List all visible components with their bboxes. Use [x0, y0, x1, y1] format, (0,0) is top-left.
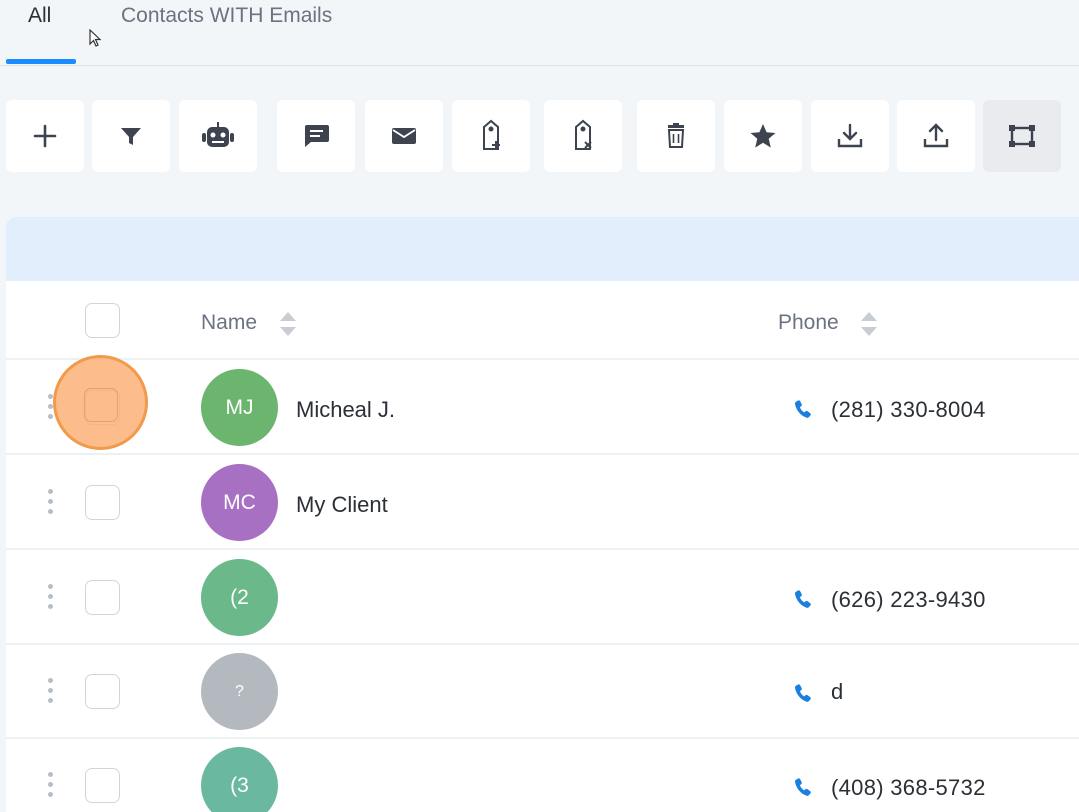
send-sms-button[interactable] — [277, 100, 355, 172]
add-tag-button[interactable] — [452, 100, 530, 172]
star-icon — [750, 124, 776, 148]
avatar: (3 — [201, 747, 278, 812]
row-menu-icon[interactable] — [46, 772, 54, 802]
favorite-button[interactable] — [724, 100, 802, 172]
table-header: Name Phone — [6, 281, 1079, 360]
avatar: MC — [201, 464, 278, 541]
name-column-header[interactable]: Name — [201, 311, 257, 335]
row-checkbox[interactable] — [85, 485, 120, 520]
tab-contacts-with-emails[interactable]: Contacts WITH Emails — [121, 4, 332, 28]
email-icon — [392, 128, 416, 144]
send-email-button[interactable] — [365, 100, 443, 172]
contact-name[interactable]: Micheal J. — [296, 397, 395, 423]
select-all-checkbox[interactable] — [85, 303, 120, 338]
robot-icon — [202, 122, 234, 147]
sort-phone-icon[interactable] — [859, 309, 879, 339]
export-button[interactable] — [897, 100, 975, 172]
contact-name[interactable]: My Client — [296, 492, 388, 518]
phone-number[interactable]: d — [831, 679, 844, 705]
import-button[interactable] — [811, 100, 889, 172]
manage-columns-button[interactable] — [983, 100, 1061, 172]
table-row[interactable]: (3 (408) 368-5732 — [6, 739, 1079, 812]
phone-number[interactable]: (408) 368-5732 — [831, 775, 986, 801]
row-checkbox[interactable] — [85, 580, 120, 615]
remove-tag-icon — [575, 119, 592, 150]
phone-number[interactable]: (281) 330-8004 — [831, 397, 986, 423]
phone-icon[interactable] — [791, 775, 815, 799]
selection-banner — [6, 217, 1079, 281]
contacts-table: Name Phone MJ Micheal J. (281) 330-8004 — [6, 281, 1079, 812]
filter-icon — [121, 128, 141, 145]
message-icon — [305, 125, 329, 147]
phone-number[interactable]: (626) 223-9430 — [831, 587, 986, 613]
contacts-page: All Contacts WITH Emails Name Phone MJ M… — [0, 0, 1079, 812]
row-checkbox[interactable] — [85, 674, 120, 709]
table-row[interactable]: ? d — [6, 645, 1079, 739]
row-menu-icon[interactable] — [46, 489, 54, 519]
table-row[interactable]: (2 (626) 223-9430 — [6, 551, 1079, 645]
phone-icon[interactable] — [791, 681, 815, 705]
filter-button[interactable] — [92, 100, 170, 172]
row-menu-icon[interactable] — [46, 678, 54, 708]
phone-column-header[interactable]: Phone — [778, 311, 839, 335]
trash-icon — [667, 123, 685, 148]
row-checkbox[interactable] — [85, 768, 120, 803]
active-tab-indicator — [6, 59, 76, 64]
plus-icon — [33, 124, 57, 148]
avatar: MJ — [201, 369, 278, 446]
mouse-cursor-icon — [89, 29, 102, 47]
delete-button[interactable] — [637, 100, 715, 172]
remove-tag-button[interactable] — [544, 100, 622, 172]
columns-icon — [1009, 125, 1035, 147]
avatar: ? — [201, 653, 278, 730]
row-menu-icon[interactable] — [46, 584, 54, 614]
table-row[interactable]: MJ Micheal J. (281) 330-8004 — [6, 361, 1079, 455]
table-row[interactable]: MC My Client — [6, 456, 1079, 550]
add-tag-icon — [483, 119, 500, 150]
add-contact-button[interactable] — [6, 100, 84, 172]
download-icon — [837, 123, 863, 148]
tab-bar: All Contacts WITH Emails — [0, 0, 1079, 66]
automation-button[interactable] — [179, 100, 257, 172]
tab-all[interactable]: All — [28, 4, 51, 28]
avatar: (2 — [201, 559, 278, 636]
highlighted-checkbox[interactable] — [84, 388, 118, 422]
sort-name-icon[interactable] — [278, 309, 298, 339]
click-highlight — [53, 355, 148, 450]
action-toolbar — [0, 100, 1079, 172]
phone-icon[interactable] — [791, 587, 815, 611]
phone-icon[interactable] — [791, 397, 815, 421]
upload-icon — [923, 123, 949, 148]
